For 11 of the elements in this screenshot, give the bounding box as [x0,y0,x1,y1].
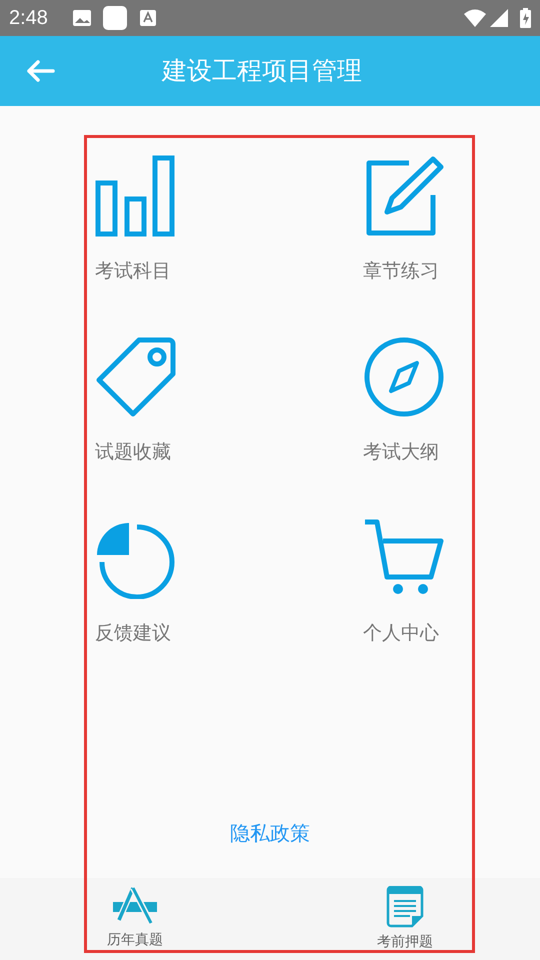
menu-item[interactable]: 反馈建议 [95,517,185,645]
status-time: 2:48 [9,6,48,31]
nav-tab[interactable]: 历年真题 [95,886,175,960]
menu-item[interactable]: 考试科目 [95,155,185,283]
privacy-policy-link[interactable]: 隐私政策 [230,818,310,848]
menu-item[interactable]: 试题收藏 [95,336,185,464]
menu-item[interactable]: 个人中心 [363,517,453,645]
menu-item[interactable]: 考试大纲 [363,336,453,464]
app-title: 建设工程项目管理 [162,55,362,88]
menu-item[interactable]: 章节练习 [363,155,453,283]
nav-tab[interactable]: 考前押题 [365,886,445,960]
